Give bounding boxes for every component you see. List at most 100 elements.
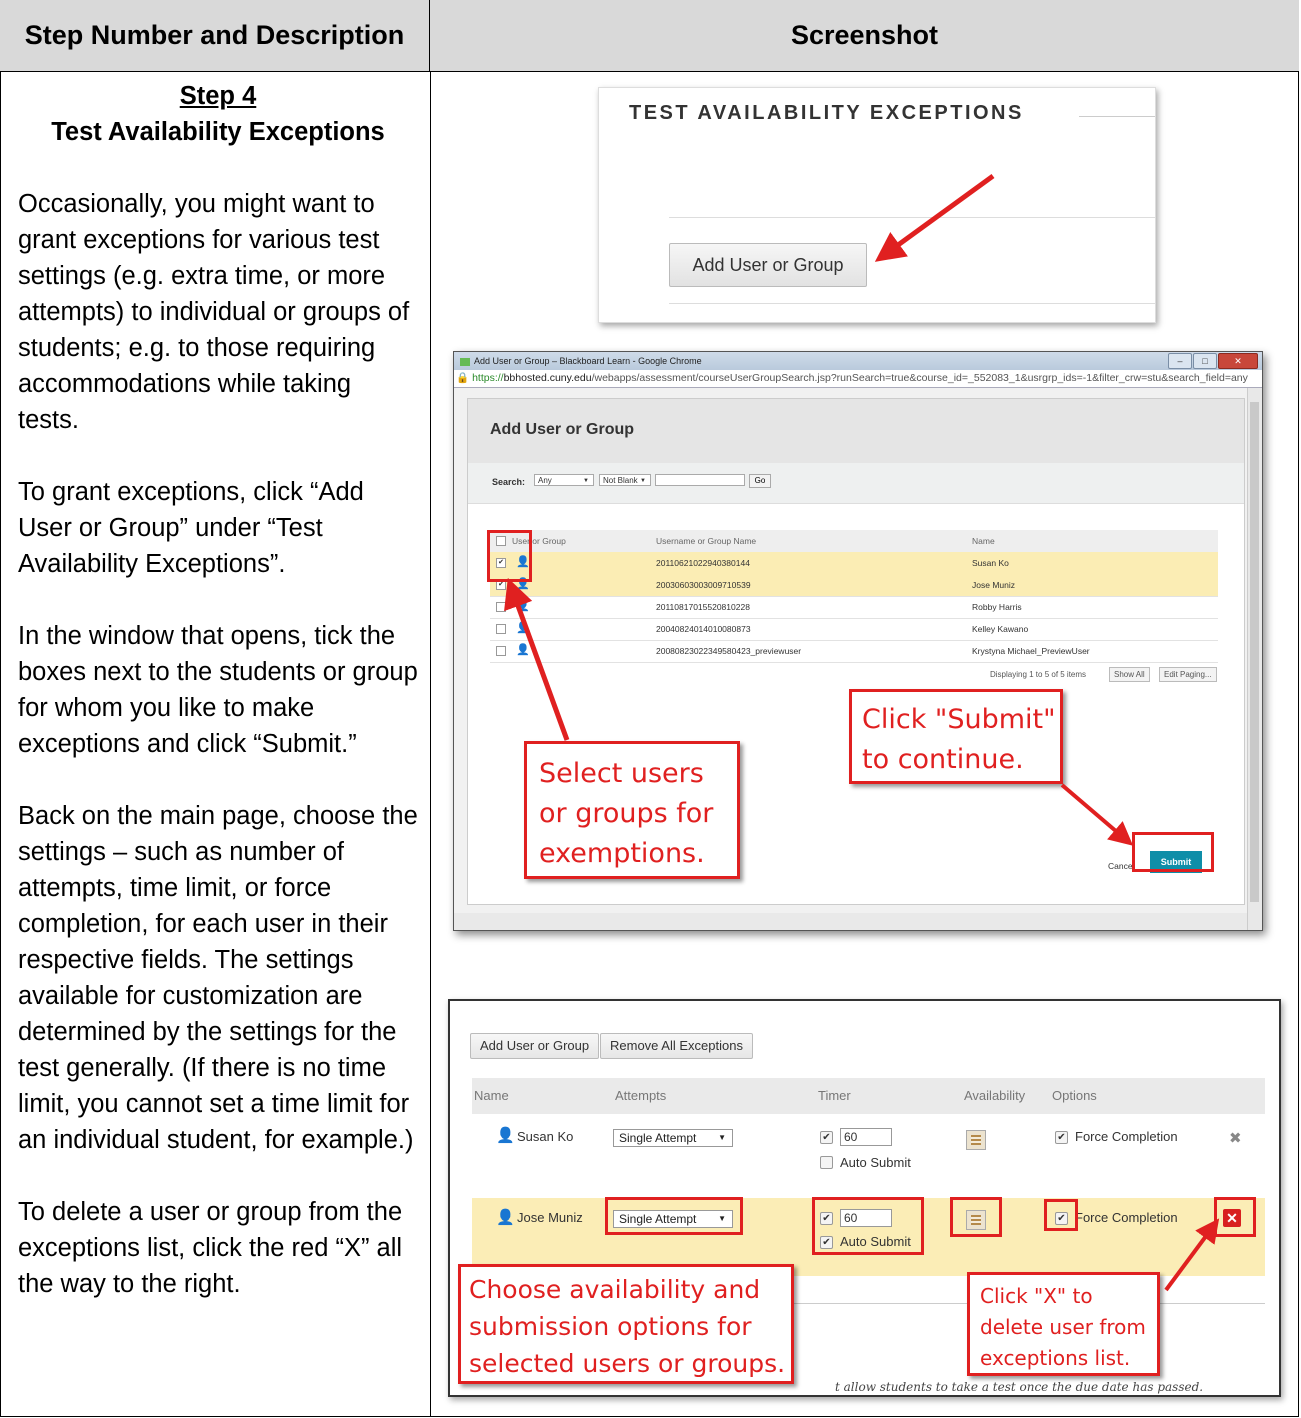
callout-select-text: Select users or groups for exemptions. [539, 758, 714, 869]
row-checkbox[interactable] [496, 602, 506, 612]
user-icon: 👤 [516, 600, 530, 612]
column-availability: Availability [964, 1088, 1026, 1103]
cancel-button[interactable]: Cancel [1108, 861, 1134, 871]
minimize-icon[interactable]: – [1168, 353, 1192, 369]
column-name: Name [474, 1088, 509, 1103]
calendar-icon[interactable] [966, 1130, 986, 1150]
auto-submit-checkbox[interactable] [820, 1156, 833, 1169]
modal-title: Add User or Group [490, 421, 635, 438]
edit-paging-button[interactable]: Edit Paging... [1159, 667, 1217, 682]
force-completion-label: Force Completion [1075, 1210, 1178, 1225]
timer-checkbox[interactable]: ✔ [820, 1131, 833, 1144]
address-bar[interactable]: 🔒 https://bbhosted.cuny.edu/webapps/asses… [454, 370, 1262, 388]
user-name: Jose Muniz [517, 1210, 583, 1225]
search-operator-value: Not Blank [603, 476, 638, 485]
callout-submit-text: Click "Submit" to continue. [862, 704, 1056, 775]
search-bar: Search: Any ▼ Not Blank ▼ Go [468, 463, 1244, 504]
callout-click-submit: Click "Submit" to continue. [849, 689, 1063, 784]
callout-delete-user: Click "X" to delete user from exceptions… [967, 1272, 1160, 1376]
paging-text: Displaying 1 to 5 of 5 items [990, 670, 1087, 679]
timer-input[interactable]: 60 [840, 1128, 892, 1146]
username-cell: 20030603003009710539 [656, 580, 751, 590]
url-path: /webapps/assessment/courseUserGroupSearc… [591, 372, 1248, 384]
show-all-button[interactable]: Show All [1109, 667, 1150, 682]
modal-header: Add User or Group [468, 399, 1244, 464]
search-field-select[interactable]: Any ▼ [534, 474, 594, 486]
column-header-screenshot: Screenshot [430, 0, 1299, 72]
window-title: Add User or Group – Blackboard Learn - G… [474, 356, 702, 366]
table-row[interactable]: 👤 20080823022349580423_previewuser Kryst… [490, 640, 1218, 663]
column-name: Name [972, 536, 995, 546]
auto-submit-label: Auto Submit [840, 1155, 911, 1170]
callout-delete-text: Click "X" to delete user from exceptions… [980, 1284, 1146, 1370]
footnote-fragment: t allow students to take a test once the… [835, 1380, 1204, 1394]
paging-bar: Displaying 1 to 5 of 5 items Show All Ed… [490, 666, 1218, 684]
row-checkbox[interactable] [496, 646, 506, 656]
name-cell: Krystyna Michael_PreviewUser [972, 646, 1090, 656]
blackboard-icon [460, 357, 470, 366]
exception-row: 👤 Susan Ko Single Attempt ▼ ✔ 60 Auto Sub… [472, 1114, 1265, 1198]
divider [669, 303, 1155, 304]
step-title: Test Availability Exceptions [51, 118, 385, 146]
step-paragraph: Occasionally, you might want to grant ex… [18, 190, 410, 434]
table-header-row: User or Group Username or Group Name Nam… [490, 530, 1218, 553]
username-cell: 20110621022940380144 [656, 558, 750, 568]
table-row[interactable]: ✔ 👤 20110621022940380144 Susan Ko [490, 552, 1218, 575]
highlight-box [950, 1197, 1002, 1237]
highlight-box [1132, 832, 1214, 872]
search-input[interactable] [655, 474, 745, 486]
column-divider [430, 72, 431, 1417]
table-row[interactable]: 👤 20110817015520810228 Robby Harris [490, 596, 1218, 619]
name-cell: Susan Ko [972, 558, 1009, 568]
go-button[interactable]: Go [749, 474, 771, 488]
url-domain: bbhosted.cuny.edu [503, 372, 592, 384]
column-username: Username or Group Name [656, 536, 757, 546]
step-paragraph: In the window that opens, tick the boxes… [18, 622, 418, 758]
section-heading: TEST AVAILABILITY EXCEPTIONS [629, 102, 1024, 124]
highlight-box [487, 530, 532, 582]
scrollbar[interactable] [1247, 388, 1262, 930]
name-cell: Kelley Kawano [972, 624, 1029, 634]
step-heading: Step 4 Test Availability Exceptions [18, 78, 418, 150]
table-row[interactable]: ✔ 👤 20030603003009710539 Jose Muniz [490, 574, 1218, 597]
add-user-or-group-button[interactable]: Add User or Group [669, 243, 867, 287]
user-icon: 👤 [516, 644, 530, 656]
column-options: Options [1052, 1088, 1097, 1103]
user-icon: 👤 [516, 622, 530, 634]
table-row[interactable]: 👤 20040824014010080873 Kelley Kawano [490, 618, 1218, 641]
callout-choose-text: Choose availability and submission optio… [469, 1275, 786, 1378]
step-paragraph: To delete a user or group from the excep… [18, 1198, 403, 1298]
highlight-box [605, 1197, 743, 1235]
column-header-step: Step Number and Description [0, 0, 430, 72]
chevron-down-icon: ▼ [718, 1133, 726, 1142]
force-completion-checkbox[interactable]: ✔ [1055, 1131, 1068, 1144]
callout-choose-options: Choose availability and submission optio… [458, 1264, 794, 1384]
callout-select-users: Select users or groups for exemptions. [524, 741, 740, 879]
highlight-box [812, 1197, 924, 1255]
remove-all-exceptions-button[interactable]: Remove All Exceptions [600, 1033, 753, 1059]
username-cell: 20040824014010080873 [656, 624, 751, 634]
highlight-box [1214, 1197, 1256, 1237]
step-number: Step 4 [179, 82, 257, 110]
divider [669, 217, 1155, 218]
close-icon[interactable]: ✕ [1218, 353, 1258, 369]
column-timer: Timer [818, 1088, 851, 1103]
delete-x-icon[interactable]: ✖ [1229, 1129, 1242, 1147]
search-label: Search: [492, 477, 526, 487]
row-checkbox[interactable] [496, 624, 506, 634]
name-cell: Robby Harris [972, 602, 1022, 612]
page-footer [454, 913, 1248, 930]
exceptions-header-row: Name Attempts Timer Availability Options [472, 1078, 1265, 1114]
lock-icon: 🔒 [456, 372, 470, 384]
step-description: Step 4 Test Availability Exceptions Occa… [18, 78, 418, 1338]
maximize-icon[interactable]: □ [1193, 353, 1217, 369]
name-cell: Jose Muniz [972, 580, 1015, 590]
step-paragraph: To grant exceptions, click “Add User or … [18, 478, 364, 578]
chevron-down-icon: ▼ [640, 478, 646, 484]
add-user-or-group-button[interactable]: Add User or Group [470, 1033, 600, 1059]
user-name: Susan Ko [517, 1129, 574, 1144]
attempts-select[interactable]: Single Attempt ▼ [613, 1129, 733, 1147]
column-attempts: Attempts [615, 1088, 667, 1103]
search-operator-select[interactable]: Not Blank ▼ [599, 474, 651, 486]
scrollbar-thumb[interactable] [1250, 402, 1259, 902]
